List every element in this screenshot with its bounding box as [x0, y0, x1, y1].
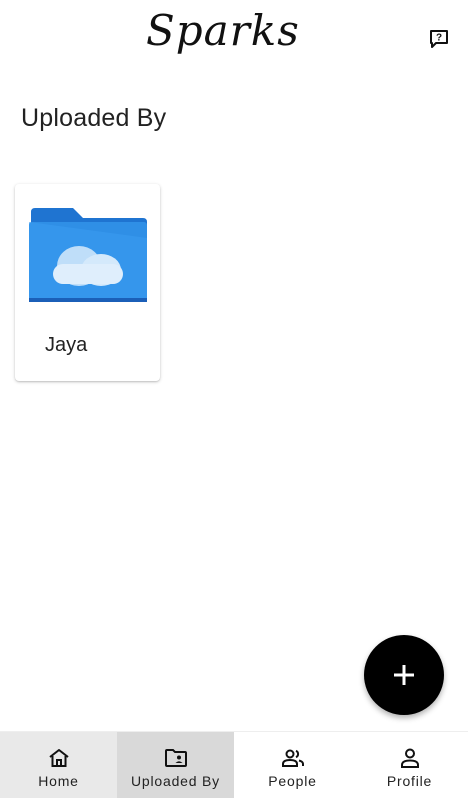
nav-label-profile: Profile	[386, 773, 433, 789]
add-button[interactable]	[364, 635, 444, 715]
people-icon	[281, 747, 305, 769]
folder-label: Jaya	[45, 334, 88, 356]
nav-item-home[interactable]: Home	[0, 732, 117, 798]
cloud-folder-icon	[29, 208, 147, 302]
nav-label-home: Home	[38, 773, 79, 789]
folder-shared-icon	[164, 747, 188, 769]
nav-label-people: People	[268, 773, 317, 789]
nav-label-uploaded-by: Uploaded By	[131, 773, 220, 789]
folder-card[interactable]: Jaya	[15, 184, 160, 381]
app-logo: Sparks	[146, 6, 300, 55]
page-title: Uploaded By	[21, 104, 167, 132]
app-header: Sparks ?	[0, 0, 468, 82]
feedback-question-icon: ?	[430, 30, 448, 48]
nav-item-uploaded-by[interactable]: Uploaded By	[117, 732, 234, 798]
home-icon	[47, 747, 71, 769]
nav-item-people[interactable]: People	[234, 732, 351, 798]
person-icon	[398, 747, 422, 769]
svg-text:?: ?	[436, 33, 442, 44]
nav-item-profile[interactable]: Profile	[351, 732, 468, 798]
plus-icon	[394, 665, 414, 685]
help-button[interactable]: ?	[426, 26, 452, 52]
bottom-navigation: Home Uploaded By People Profile	[0, 731, 468, 798]
